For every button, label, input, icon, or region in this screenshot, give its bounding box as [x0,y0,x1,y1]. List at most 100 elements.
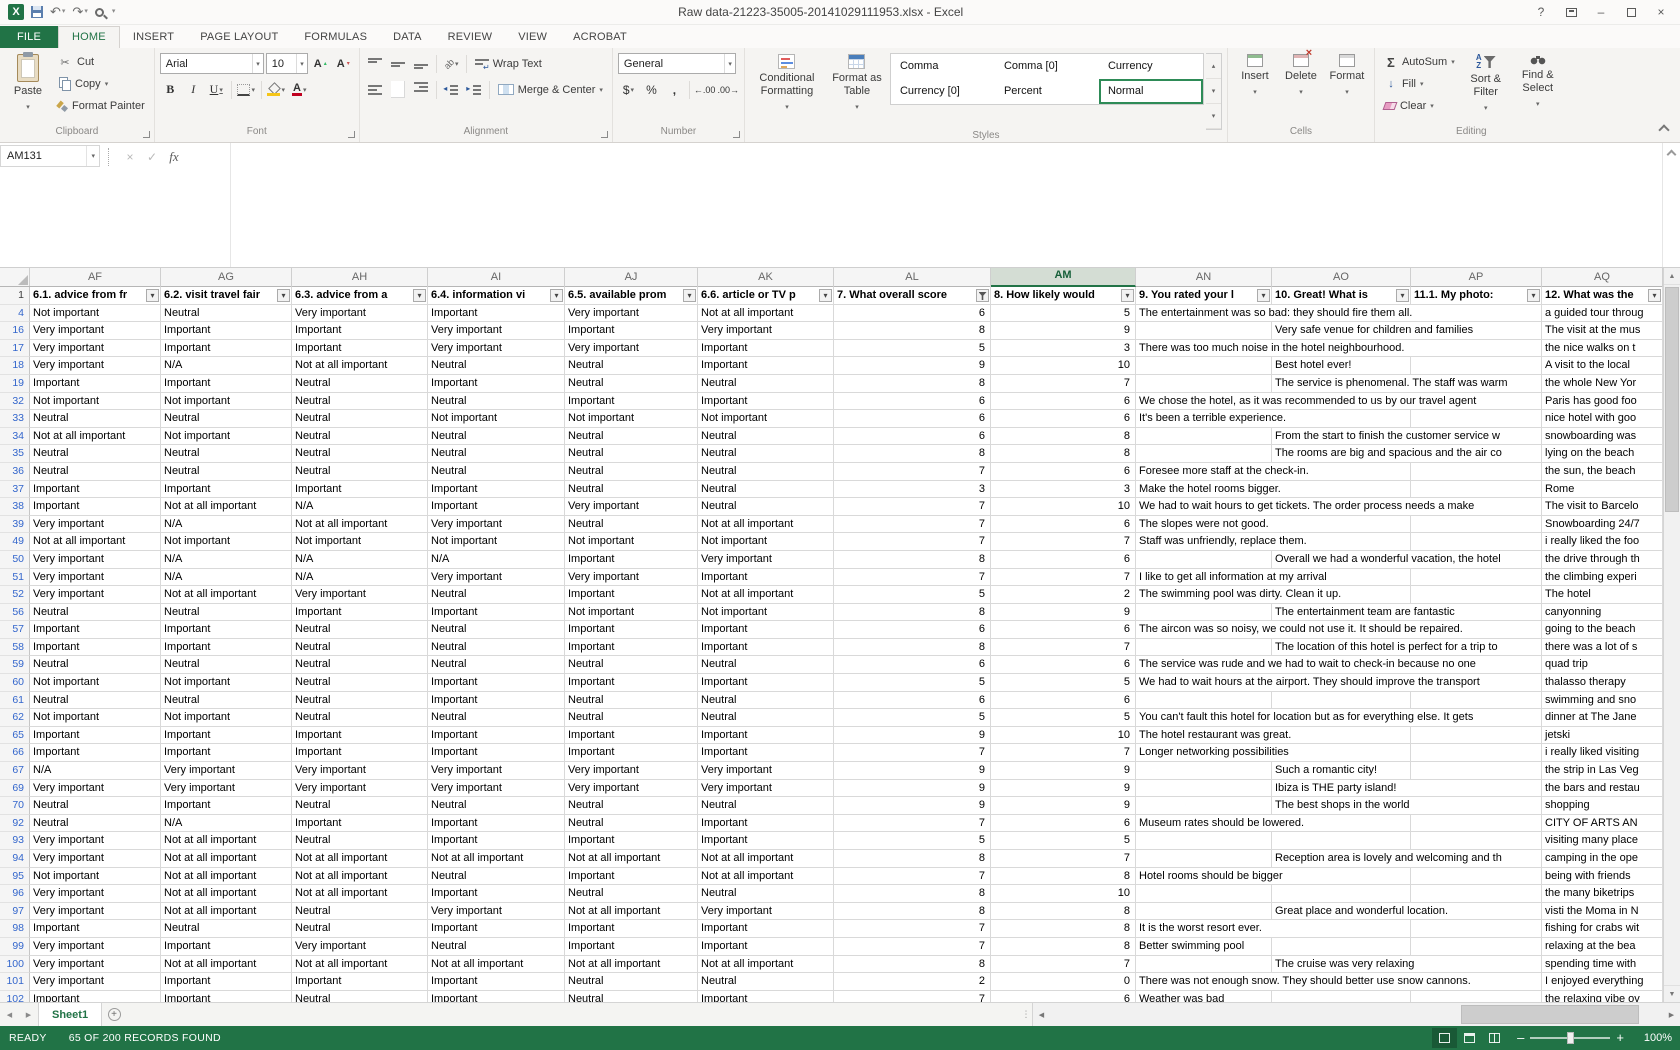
cell[interactable]: Not at all important [565,903,698,921]
cell[interactable]: 7 [834,744,991,762]
cell[interactable]: Very important [698,903,834,921]
cell[interactable]: 7 [834,516,991,534]
cell[interactable]: Neutral [565,692,698,710]
row-header-96[interactable]: 96 [0,885,30,903]
cell[interactable]: Important [565,832,698,850]
cell[interactable]: Important [292,604,428,622]
cell[interactable]: Very important [292,305,428,323]
cell[interactable]: Neutral [565,797,698,815]
comment-cells[interactable]: Great place and wonderful location. [1136,903,1542,921]
cell[interactable]: Neutral [565,709,698,727]
cell[interactable]: Very important [30,903,161,921]
cell[interactable]: N/A [292,498,428,516]
cell[interactable]: 6 [991,410,1136,428]
cell[interactable]: the bars and restau [1542,780,1663,798]
tab-split-handle[interactable]: ⋮ [1020,1003,1032,1026]
cell[interactable]: the climbing experi [1542,569,1663,587]
cell[interactable]: Important [428,692,565,710]
decrease-decimal-button[interactable]: .00→ [717,79,739,100]
cell[interactable]: 5 [991,674,1136,692]
cell[interactable]: shopping [1542,797,1663,815]
cell[interactable]: I enjoyed everything [1542,973,1663,991]
cell[interactable]: Neutral [428,797,565,815]
cell[interactable]: 6 [991,463,1136,481]
cell[interactable]: Important [428,815,565,833]
cell[interactable]: Important [161,797,292,815]
tab-page-layout[interactable]: PAGE LAYOUT [187,26,291,48]
find-select-button[interactable]: Find & Select ▾ [1513,51,1563,123]
zoom-out-button[interactable]: – [1517,1032,1524,1044]
cell[interactable]: Neutral [30,797,161,815]
cell[interactable]: Neutral [698,463,834,481]
cell[interactable]: Neutral [428,639,565,657]
cell[interactable]: 8 [991,868,1136,886]
cell[interactable]: A visit to the local [1542,357,1663,375]
cell[interactable]: Neutral [30,463,161,481]
collapse-ribbon-button[interactable] [1658,124,1669,135]
cell[interactable]: 3 [991,481,1136,499]
cell[interactable]: Important [565,727,698,745]
row-header-100[interactable]: 100 [0,956,30,974]
cell[interactable]: Not at all important [698,305,834,323]
cell[interactable]: The visit at the mus [1542,322,1663,340]
cell[interactable]: N/A [161,357,292,375]
comment-cells[interactable]: I like to get all information at my arri… [1136,569,1542,587]
cell[interactable]: 0 [991,973,1136,991]
style-normal[interactable]: Normal [1099,79,1203,104]
row-header-69[interactable]: 69 [0,780,30,798]
header-cell-AL1[interactable]: 7. What overall score [834,287,991,305]
merge-center-button[interactable]: Merge & Center▾ [494,79,607,101]
cell[interactable]: 6 [991,551,1136,569]
cell[interactable]: Important [292,744,428,762]
cell[interactable]: Important [30,498,161,516]
cell[interactable]: Important [161,375,292,393]
cell[interactable]: Important [161,973,292,991]
cell[interactable]: 5 [991,305,1136,323]
cell[interactable]: jetski [1542,727,1663,745]
cell[interactable]: Neutral [565,516,698,534]
cell[interactable]: Important [698,727,834,745]
zoom-slider[interactable] [1530,1037,1610,1039]
cell[interactable]: relaxing at the bea [1542,938,1663,956]
cell[interactable]: Important [428,920,565,938]
row-header-67[interactable]: 67 [0,762,30,780]
cell[interactable]: Important [30,991,161,1002]
cell[interactable]: 6 [834,692,991,710]
column-header-AI[interactable]: AI [428,268,565,287]
cell[interactable]: Very important [30,832,161,850]
cell[interactable]: 5 [834,832,991,850]
row-header-56[interactable]: 56 [0,604,30,622]
cell[interactable]: Not at all important [698,956,834,974]
cell[interactable]: Not important [428,410,565,428]
cell[interactable]: 7 [834,920,991,938]
save-button[interactable] [31,6,43,18]
cell[interactable]: 7 [991,850,1136,868]
row-header-61[interactable]: 61 [0,692,30,710]
cell[interactable]: Very important [30,938,161,956]
cell[interactable]: 7 [991,956,1136,974]
cell[interactable]: 6 [991,621,1136,639]
cell[interactable]: Important [565,586,698,604]
select-all-button[interactable] [0,268,30,286]
cell[interactable]: Important [30,375,161,393]
cell[interactable]: 8 [991,938,1136,956]
increase-indent-button[interactable] [464,79,485,100]
row-header-57[interactable]: 57 [0,621,30,639]
cell[interactable]: Neutral [698,481,834,499]
comment-cells[interactable]: Best hotel ever! [1136,357,1542,375]
font-dialog-launcher[interactable] [348,131,355,138]
cell[interactable]: 2 [991,586,1136,604]
cell[interactable]: going to the beach [1542,621,1663,639]
cell[interactable]: 6 [991,692,1136,710]
cell[interactable]: Important [428,991,565,1002]
cell[interactable]: Very important [428,322,565,340]
filter-dropdown-button[interactable]: ▾ [550,289,563,302]
cell[interactable]: Not important [161,428,292,446]
header-cell-AM1[interactable]: 8. How likely would▾ [991,287,1136,305]
comment-cells[interactable]: Very safe venue for children and familie… [1136,322,1542,340]
comment-cells[interactable]: Museum rates should be lowered. [1136,815,1542,833]
cell[interactable]: Very important [30,780,161,798]
cell[interactable]: Important [161,621,292,639]
cell[interactable]: Neutral [292,393,428,411]
accounting-format-button[interactable]: $▾ [618,79,639,100]
